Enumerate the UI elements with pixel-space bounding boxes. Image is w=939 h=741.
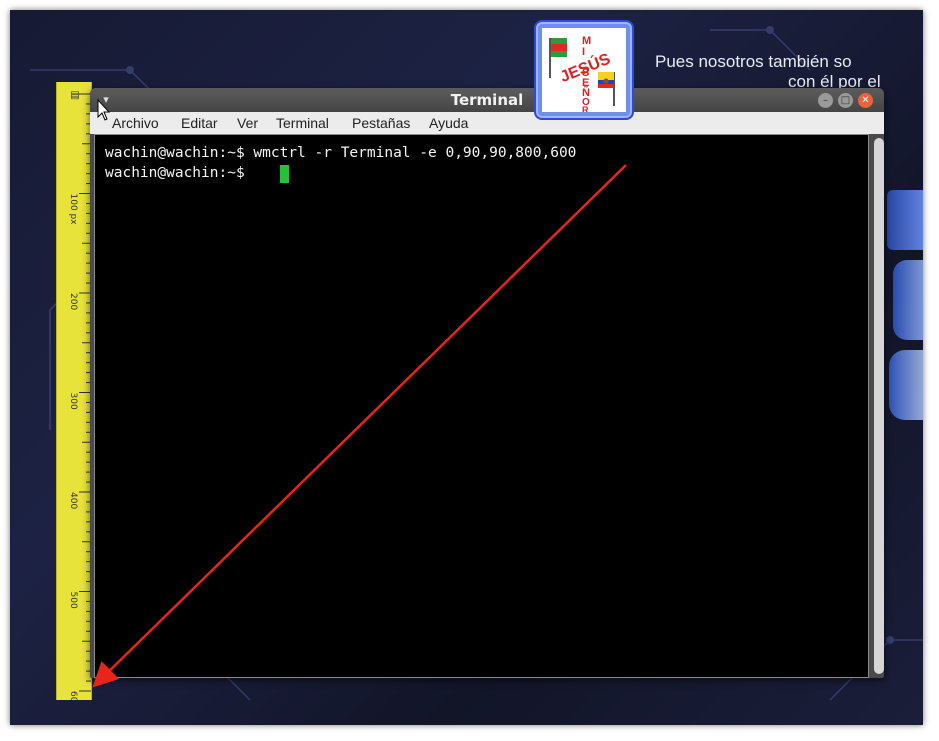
terminal-line: wachin@wachin:~$ wmctrl -r Terminal -e 0… — [105, 145, 577, 161]
ruler-label: 400 — [68, 492, 78, 509]
window-title: Terminal — [450, 91, 524, 109]
menu-archivo[interactable]: Archivo — [112, 115, 159, 131]
ruler-label: 600 — [68, 691, 78, 700]
ruler-label: 300 — [68, 393, 78, 410]
terminal-output[interactable]: wachin@wachin:~$ wmctrl -r Terminal -e 0… — [94, 134, 869, 678]
minimize-button[interactable]: – — [818, 93, 833, 108]
menu-terminal[interactable]: Terminal — [276, 115, 329, 131]
menu-pestanas[interactable]: Pestañas — [352, 115, 410, 131]
scrollbar[interactable] — [874, 138, 884, 674]
wallpaper-art — [893, 260, 923, 340]
title-bar[interactable]: ▾ Terminal – □ ✕ — [90, 88, 884, 112]
ruler-label: 200 — [68, 293, 78, 310]
logo-artwork: M I S E Ñ O R JESÚS — [549, 35, 615, 115]
logo-letter: I — [582, 46, 585, 58]
logo-letter: R — [582, 105, 589, 112]
ruler-ticks: 100 px 200 300 400 500 600 — [68, 93, 91, 700]
terminal-window[interactable]: ▾ Terminal – □ ✕ Archivo Editar Ver Term… — [90, 88, 884, 678]
menu-ayuda[interactable]: Ayuda — [429, 115, 468, 131]
wallpaper-art — [887, 190, 923, 250]
text-cursor — [280, 165, 289, 183]
wallpaper-text-line-1: Pues nosotros también so — [655, 52, 852, 71]
logo-image: M I S E Ñ O R JESÚS — [542, 28, 626, 115]
jesus-logo: M I S E Ñ O R JESÚS — [534, 20, 634, 120]
ruler-label: 500 — [68, 592, 78, 609]
terminal-prompt: wachin@wachin:~$ — [105, 165, 254, 181]
menu-editar[interactable]: Editar — [181, 115, 218, 131]
ruler-label: 100 px — [68, 194, 78, 226]
menu-bar: Archivo Editar Ver Terminal Pestañas Ayu… — [90, 112, 884, 134]
menu-ver[interactable]: Ver — [237, 115, 258, 131]
screen-ruler[interactable]: ▤ 100 px 200 300 400 500 600 — [56, 82, 92, 700]
close-button[interactable]: ✕ — [858, 93, 873, 108]
maximize-button[interactable]: □ — [838, 93, 853, 108]
wallpaper-art — [889, 350, 923, 420]
